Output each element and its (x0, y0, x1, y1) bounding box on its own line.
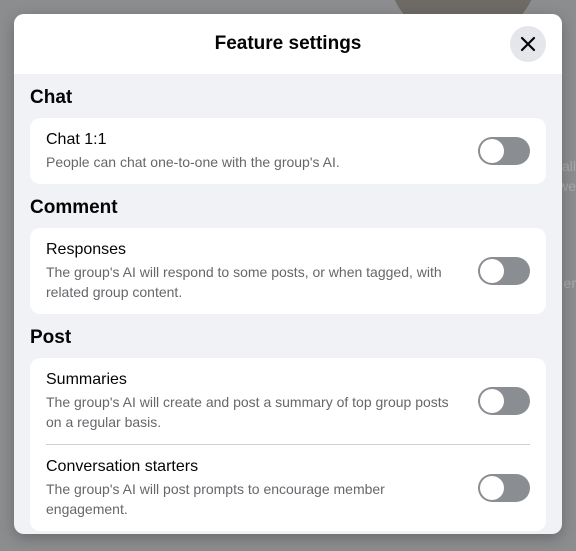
setting-row-conversation-starters: Conversation starters The group's AI wil… (46, 444, 530, 531)
setting-text: Chat 1:1 People can chat one-to-one with… (46, 130, 456, 172)
settings-card-post: Summaries The group's AI will create and… (30, 358, 546, 531)
summaries-toggle[interactable] (478, 387, 530, 415)
section-title-comment: Comment (30, 197, 118, 218)
setting-label: Summaries (46, 371, 127, 388)
setting-row-chat-1-1: Chat 1:1 People can chat one-to-one with… (46, 118, 530, 184)
close-icon (520, 36, 536, 52)
conversation-starters-toggle[interactable] (478, 474, 530, 502)
setting-description: The group's AI will post prompts to enco… (46, 481, 385, 517)
close-button[interactable] (510, 26, 546, 62)
toggle-knob (480, 389, 504, 413)
setting-label: Responses (46, 241, 127, 258)
setting-description: The group's AI will respond to some post… (46, 264, 442, 300)
setting-text: Summaries The group's AI will create and… (46, 370, 456, 432)
setting-description: The group's AI will create and post a su… (46, 394, 449, 430)
setting-label: Chat 1:1 (46, 131, 107, 148)
setting-row-responses: Responses The group's AI will respond to… (46, 228, 530, 314)
setting-label: Conversation starters (46, 458, 199, 475)
toggle-knob (480, 139, 504, 163)
responses-toggle[interactable] (478, 257, 530, 285)
dialog-header: Feature settings (14, 14, 562, 74)
setting-row-summaries: Summaries The group's AI will create and… (46, 358, 530, 444)
setting-text: Responses The group's AI will respond to… (46, 240, 456, 302)
setting-description: People can chat one-to-one with the grou… (46, 154, 340, 170)
section-title-post: Post (30, 327, 72, 348)
dialog-title: Feature settings (214, 33, 362, 54)
toggle-knob (480, 476, 504, 500)
settings-card-chat: Chat 1:1 People can chat one-to-one with… (30, 118, 546, 184)
settings-card-comment: Responses The group's AI will respond to… (30, 228, 546, 314)
feature-settings-dialog: Feature settings Chat Chat 1:1 People ca… (14, 14, 562, 534)
toggle-knob (480, 259, 504, 283)
section-title-chat: Chat (30, 87, 73, 108)
setting-text: Conversation starters The group's AI wil… (46, 457, 456, 519)
chat-1-1-toggle[interactable] (478, 137, 530, 165)
dialog-body: Chat Chat 1:1 People can chat one-to-one… (14, 74, 562, 531)
